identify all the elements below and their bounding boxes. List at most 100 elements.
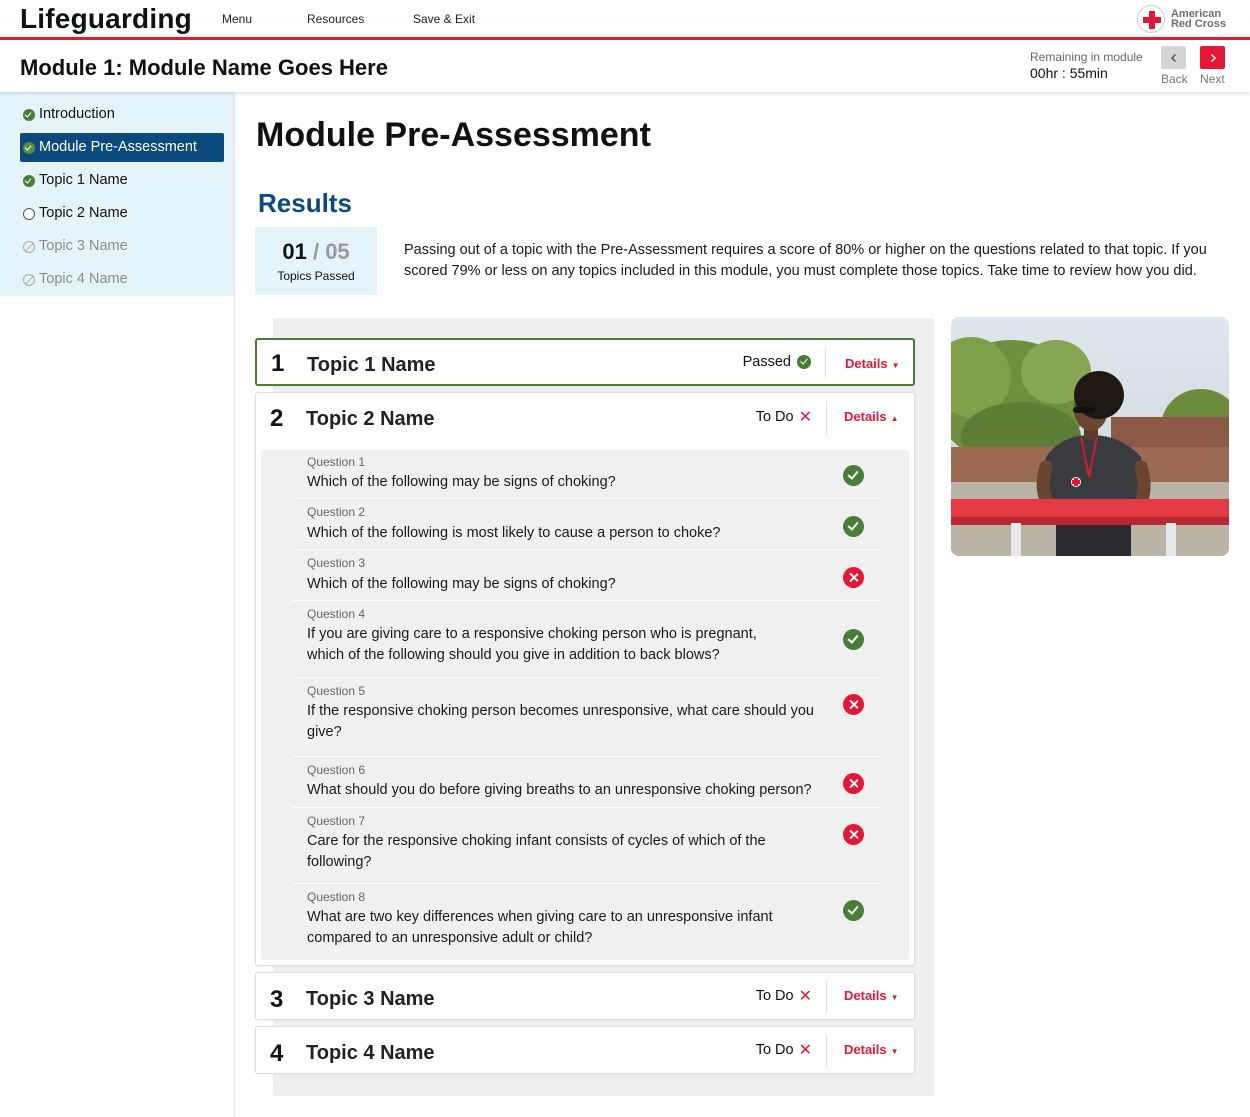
topic-number: 3	[270, 986, 284, 1013]
sidebar-item-label: Topic 3 Name	[39, 238, 128, 254]
details-toggle[interactable]: Details ▼	[844, 1042, 899, 1057]
details-toggle[interactable]: Details ▼	[845, 356, 900, 371]
details-label: Details	[844, 1042, 887, 1057]
sidebar-item-pre-assessment[interactable]: Module Pre-Assessment	[20, 133, 224, 162]
score-total: 05	[325, 239, 350, 264]
module-title: Module 1: Module Name Goes Here	[20, 55, 388, 80]
question-label: Question 5	[307, 684, 366, 698]
sidebar-item-label: Topic 1 Name	[39, 172, 128, 188]
question-text: What should you do before giving breaths…	[307, 782, 812, 798]
close-x-icon: ✕	[798, 409, 812, 426]
correct-check-icon	[843, 516, 864, 537]
question-row: Question 7 Care for the responsive choki…	[293, 809, 881, 884]
correct-check-icon	[843, 629, 864, 650]
lifeguard-photo	[951, 317, 1229, 556]
question-text: If the responsive choking person becomes…	[307, 703, 814, 740]
next-label: Next	[1200, 72, 1225, 86]
american-red-cross-logo: American Red Cross	[1136, 5, 1226, 33]
topic-card-3: 3 Topic 3 Name To Do ✕ Details ▼	[255, 972, 915, 1020]
question-row: Question 8 What are two key differences …	[293, 885, 881, 960]
question-text: Which of the following may be signs of c…	[307, 474, 616, 490]
incorrect-x-icon	[843, 694, 864, 715]
details-toggle[interactable]: Details ▼	[844, 988, 899, 1003]
question-row: Question 5 If the responsive choking per…	[293, 679, 881, 757]
sidebar-item-label: Topic 4 Name	[39, 271, 128, 287]
sidebar-item-label: Topic 2 Name	[39, 205, 128, 221]
score-label: Topics Passed	[277, 269, 355, 283]
status-text: To Do	[755, 409, 794, 425]
app-brand-title: Lifeguarding	[20, 3, 192, 34]
topic-name: Topic 2 Name	[306, 408, 435, 430]
chevron-down-icon: ▼	[891, 361, 900, 370]
question-label: Question 1	[307, 455, 366, 469]
sidebar-item-topic-2[interactable]: Topic 2 Name	[20, 199, 224, 228]
locked-slash-icon	[23, 274, 35, 286]
score-passed: 01	[282, 239, 307, 264]
question-label: Question 7	[307, 814, 366, 828]
details-toggle[interactable]: Details ▲	[844, 409, 899, 424]
remaining-time: 00hr : 55min	[1030, 65, 1108, 81]
chevron-up-icon: ▲	[890, 414, 899, 423]
question-row: Question 4 If you are giving care to a r…	[293, 602, 881, 678]
question-label: Question 3	[307, 556, 366, 570]
topic-name: Topic 1 Name	[307, 354, 436, 376]
topic-status: To Do ✕	[756, 1040, 812, 1060]
topic-status: Passed	[743, 354, 811, 370]
divider	[826, 401, 827, 435]
topic-card-1: 1 Topic 1 Name Passed Details ▼	[255, 338, 915, 386]
correct-check-icon	[843, 900, 864, 921]
question-text: Care for the responsive choking infant c…	[307, 833, 766, 870]
back-button[interactable]	[1161, 46, 1186, 69]
chevron-down-icon: ▼	[890, 1047, 899, 1056]
question-label: Question 2	[307, 505, 366, 519]
chevron-right-icon	[1210, 53, 1216, 62]
chevron-left-icon	[1170, 53, 1176, 62]
red-cross-icon	[1136, 5, 1165, 33]
menu-link[interactable]: Menu	[222, 12, 252, 26]
details-label: Details	[844, 409, 887, 424]
divider	[825, 348, 826, 378]
sidebar-item-topic-4[interactable]: Topic 4 Name	[20, 265, 224, 294]
question-label: Question 4	[307, 607, 366, 621]
question-row: Question 3 Which of the following may be…	[293, 551, 881, 601]
divider	[826, 981, 827, 1013]
close-x-icon: ✕	[798, 1042, 812, 1059]
question-label: Question 6	[307, 763, 366, 777]
topic-card-4: 4 Topic 4 Name To Do ✕ Details ▼	[255, 1026, 915, 1074]
module-header: Module 1: Module Name Goes Here Remainin…	[0, 43, 1250, 92]
status-text: Passed	[742, 354, 791, 370]
top-navigation-bar: Lifeguarding Menu Resources Save & Exit …	[0, 0, 1250, 40]
locked-slash-icon	[23, 241, 35, 253]
topic-name: Topic 4 Name	[306, 1042, 435, 1064]
divider	[826, 1035, 827, 1067]
remaining-label: Remaining in module	[1030, 50, 1143, 64]
questions-list: Question 1 Which of the following may be…	[261, 450, 909, 960]
topic-number: 4	[270, 1040, 284, 1067]
details-label: Details	[845, 356, 888, 371]
question-label: Question 8	[307, 890, 366, 904]
question-row: Question 1 Which of the following may be…	[293, 450, 881, 499]
correct-check-icon	[843, 465, 864, 486]
question-text: Which of the following may be signs of c…	[307, 576, 616, 592]
topic-name: Topic 3 Name	[306, 988, 435, 1010]
results-heading: Results	[258, 188, 352, 218]
completed-check-icon	[23, 109, 35, 121]
results-description: Passing out of a topic with the Pre-Asse…	[404, 242, 1207, 279]
details-label: Details	[844, 988, 887, 1003]
next-button[interactable]	[1200, 46, 1225, 69]
sidebar: Introduction Module Pre-Assessment Topic…	[0, 92, 235, 1117]
resources-link[interactable]: Resources	[307, 12, 364, 26]
empty-circle-icon	[23, 208, 35, 220]
sidebar-item-label: Introduction	[39, 106, 115, 122]
topic-number: 1	[271, 350, 285, 377]
sidebar-item-topic-3[interactable]: Topic 3 Name	[20, 232, 224, 261]
topic-number: 2	[270, 405, 284, 432]
incorrect-x-icon	[843, 773, 864, 794]
save-exit-link[interactable]: Save & Exit	[413, 12, 475, 26]
sidebar-item-topic-1[interactable]: Topic 1 Name	[20, 166, 224, 195]
question-text: If you are giving care to a responsive c…	[307, 626, 757, 663]
back-label: Back	[1161, 72, 1188, 86]
sidebar-item-introduction[interactable]: Introduction	[20, 100, 224, 129]
close-x-icon: ✕	[798, 988, 812, 1005]
topic-status: To Do ✕	[756, 407, 812, 427]
